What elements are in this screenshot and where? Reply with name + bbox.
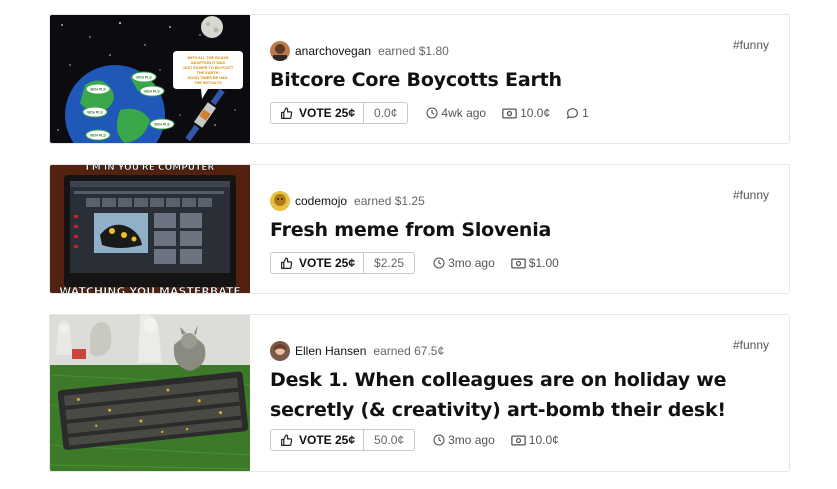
post-card[interactable]: BCH PLS BCH PLS BCH PLS BCH PLS BCH PLS BCH… xyxy=(49,14,790,144)
post-tag[interactable]: #funny xyxy=(733,338,769,352)
meme-top-text: I'M IN YOU'RE COMPUTER xyxy=(86,165,215,173)
svg-text:BCH PLS: BCH PLS xyxy=(144,90,160,94)
vote-button[interactable]: VOTE 25¢ xyxy=(271,103,365,123)
svg-text:WITH ALL THE BCASH: WITH ALL THE BCASH xyxy=(187,56,228,60)
avatar[interactable] xyxy=(270,341,290,361)
vote-control: VOTE 25¢ $2.25 xyxy=(270,252,416,274)
clock-icon xyxy=(426,107,438,119)
thumbs-up-icon xyxy=(281,433,293,446)
post-tips: 10.0¢ xyxy=(510,433,559,447)
post-age: 3mo ago xyxy=(433,256,495,270)
money-icon xyxy=(510,258,526,268)
post-author[interactable]: Ellen Hansen earned 67.5¢ xyxy=(270,341,444,361)
author-earned: earned $1.80 xyxy=(378,44,449,58)
svg-text:ADOPTION IT WAS: ADOPTION IT WAS xyxy=(191,61,226,65)
vote-label: VOTE 25¢ xyxy=(299,106,356,120)
post-thumbnail[interactable] xyxy=(50,315,250,471)
post-title[interactable]: Desk 1. When colleagues are on holiday w… xyxy=(270,365,780,425)
svg-text:BCH PLS: BCH PLS xyxy=(90,88,106,92)
vote-button[interactable]: VOTE 25¢ xyxy=(271,430,365,450)
post-tips: $1.00 xyxy=(510,256,559,270)
vote-total: 50.0¢ xyxy=(374,433,405,447)
meme-bottom-text: WATCHING YOU MASTERBATE xyxy=(59,285,241,293)
money-icon xyxy=(510,435,526,445)
vote-label: VOTE 25¢ xyxy=(299,256,356,270)
post-actions: VOTE 25¢ $2.25 3mo ago $1.00 xyxy=(270,252,559,274)
avatar[interactable] xyxy=(270,191,290,211)
post-author[interactable]: anarchovegan earned $1.80 xyxy=(270,41,449,61)
post-actions: VOTE 25¢ 50.0¢ 3mo ago 10.0¢ xyxy=(270,429,559,451)
post-tag[interactable]: #funny xyxy=(733,38,769,52)
svg-text:BCH PLS: BCH PLS xyxy=(90,134,106,138)
author-name[interactable]: anarchovegan xyxy=(295,44,371,58)
post-thumbnail[interactable]: I'M IN YOU'RE COMPUTER WATCHING YOU MAST… xyxy=(50,165,250,293)
avatar[interactable] xyxy=(270,41,290,61)
post-thumbnail[interactable]: BCH PLS BCH PLS BCH PLS BCH PLS BCH PLS BCH… xyxy=(50,15,250,143)
svg-text:GOOD TIMES BE HAD.: GOOD TIMES BE HAD. xyxy=(188,76,229,80)
svg-text:BCH PLS: BCH PLS xyxy=(154,123,170,127)
vote-total: 0.0¢ xyxy=(374,106,398,120)
vote-total: $2.25 xyxy=(374,256,405,270)
comment-icon xyxy=(566,108,579,119)
post-tag[interactable]: #funny xyxy=(733,188,769,202)
money-icon xyxy=(502,108,517,118)
svg-text:THE BITCOLTS: THE BITCOLTS xyxy=(194,81,222,85)
svg-text:THE EARTH.: THE EARTH. xyxy=(197,71,220,75)
thumbs-up-icon xyxy=(281,106,293,119)
vote-control: VOTE 25¢ 50.0¢ xyxy=(270,429,416,451)
author-name[interactable]: Ellen Hansen xyxy=(295,344,366,358)
vote-button[interactable]: VOTE 25¢ xyxy=(271,253,365,273)
post-title[interactable]: Fresh meme from Slovenia xyxy=(270,215,551,245)
post-title[interactable]: Bitcore Core Boycotts Earth xyxy=(270,65,562,95)
post-card[interactable]: I'M IN YOU'RE COMPUTER WATCHING YOU MAST… xyxy=(49,164,790,294)
author-earned: earned $1.25 xyxy=(354,194,425,208)
post-age: 3mo ago xyxy=(433,433,495,447)
post-feed: BCH PLS BCH PLS BCH PLS BCH PLS BCH PLS BCH… xyxy=(0,0,837,489)
author-earned: earned 67.5¢ xyxy=(373,344,445,358)
svg-text:BCH PLS: BCH PLS xyxy=(136,76,152,80)
svg-text:BCH PLS: BCH PLS xyxy=(87,111,103,115)
post-comments[interactable]: 1 xyxy=(566,106,589,120)
vote-control: VOTE 25¢ 0.0¢ xyxy=(270,102,409,124)
clock-icon xyxy=(433,257,445,269)
vote-label: VOTE 25¢ xyxy=(299,433,356,447)
post-actions: VOTE 25¢ 0.0¢ 4wk ago 10.0¢ 1 xyxy=(270,102,589,124)
post-age: 4wk ago xyxy=(426,106,486,120)
post-author[interactable]: codemojo earned $1.25 xyxy=(270,191,425,211)
author-name[interactable]: codemojo xyxy=(295,194,347,208)
thumbs-up-icon xyxy=(281,256,293,269)
svg-text:JUST EASIER TO BOYCOTT: JUST EASIER TO BOYCOTT xyxy=(183,66,234,70)
post-card[interactable]: #funny Ellen Hansen earned 67.5¢ Desk 1.… xyxy=(49,314,790,472)
post-tips: 10.0¢ xyxy=(502,106,550,120)
clock-icon xyxy=(433,434,445,446)
